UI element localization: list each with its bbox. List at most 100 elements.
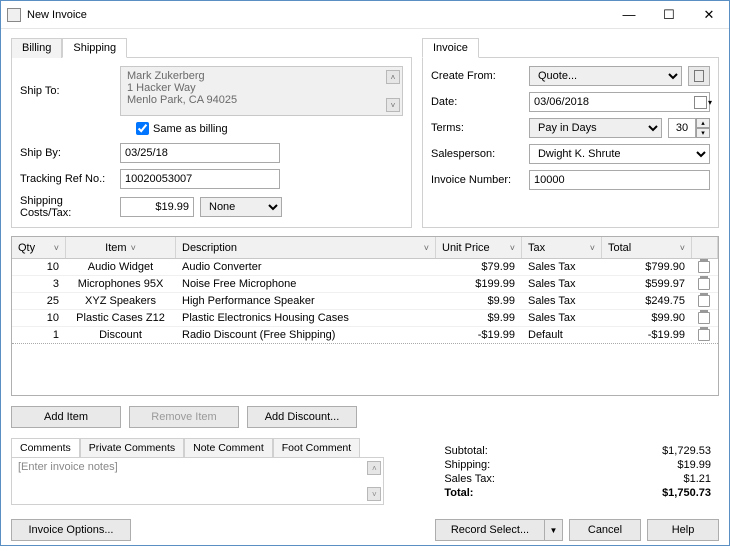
add-discount-button[interactable]: Add Discount... [247, 406, 357, 428]
col-desc[interactable]: Description˅ [176, 237, 436, 258]
trackref-input[interactable] [120, 169, 280, 189]
help-button[interactable]: Help [647, 519, 719, 541]
minimize-button[interactable]: — [609, 1, 649, 29]
table-row[interactable]: 25XYZ SpeakersHigh Performance Speaker$9… [12, 293, 718, 310]
cell-unitprice: $79.99 [436, 259, 522, 275]
cell-delete[interactable] [692, 293, 718, 309]
trackref-label: Tracking Ref No.: [20, 173, 114, 185]
cell-qty: 10 [12, 310, 66, 326]
ship-to-address[interactable]: Mark Zukerberg 1 Hacker Way Menlo Park, … [120, 66, 403, 116]
tab-foot-comment[interactable]: Foot Comment [273, 438, 360, 457]
tab-comments[interactable]: Comments [11, 438, 80, 457]
chevron-down-icon[interactable]: ˅ [367, 487, 381, 501]
tab-note-comment[interactable]: Note Comment [184, 438, 273, 457]
calendar-icon[interactable] [694, 96, 707, 109]
cell-delete[interactable] [692, 259, 718, 275]
record-select-button[interactable]: Record Select... ▼ [435, 519, 563, 541]
maximize-button[interactable]: ☐ [649, 1, 689, 29]
chevron-down-icon[interactable]: ▼ [545, 519, 563, 541]
cell-desc: High Performance Speaker [176, 293, 436, 309]
remove-item-button[interactable]: Remove Item [129, 406, 239, 428]
cell-qty: 3 [12, 276, 66, 292]
tab-billing[interactable]: Billing [11, 38, 62, 58]
comments-input[interactable]: [Enter invoice notes] ˄ ˅ [11, 457, 384, 505]
cell-total: $249.75 [602, 293, 692, 309]
content: Billing Shipping Ship To: Mark Zukerberg… [1, 29, 729, 551]
cell-item: Plastic Cases Z12 [66, 310, 176, 326]
comments-panel: Comments Private Comments Note Comment F… [11, 438, 384, 505]
cell-tax: Sales Tax [522, 276, 602, 292]
trash-icon [698, 312, 710, 324]
address-line3: Menlo Park, CA 94025 [127, 94, 396, 106]
same-as-billing-label: Same as billing [153, 123, 228, 135]
trash-icon [698, 278, 710, 290]
table-row[interactable]: 10Audio WidgetAudio Converter$79.99Sales… [12, 259, 718, 276]
total-value: $1,750.73 [662, 487, 711, 499]
trash-icon [698, 329, 710, 341]
cell-total: $599.97 [602, 276, 692, 292]
line-items-grid[interactable]: Qty˅ Item˅ Description˅ Unit Price˅ Tax˅… [11, 236, 719, 396]
table-row[interactable]: 1DiscountRadio Discount (Free Shipping)-… [12, 327, 718, 344]
invoice-options-button[interactable]: Invoice Options... [11, 519, 131, 541]
cell-item: Microphones 95X [66, 276, 176, 292]
salesperson-select[interactable]: Dwight K. Shrute [529, 144, 710, 164]
date-input[interactable] [529, 92, 710, 112]
chevron-down-icon: ˅ [424, 243, 429, 253]
subtotal-label: Subtotal: [444, 445, 487, 457]
ship-by-input[interactable] [120, 143, 280, 163]
window: New Invoice — ☐ ✕ Billing Shipping Ship … [0, 0, 730, 546]
chevron-down-icon: ˅ [54, 243, 59, 253]
chevron-down-icon: ˅ [510, 243, 515, 253]
create-from-select[interactable]: Quote... [529, 66, 682, 86]
col-item[interactable]: Item˅ [66, 237, 176, 258]
create-from-action-button[interactable] [688, 66, 710, 86]
shipping-label: Shipping: [444, 459, 490, 471]
chevron-down-icon[interactable]: ˅ [386, 98, 400, 112]
spin-down-icon[interactable]: ▾ [696, 128, 710, 138]
terms-select[interactable]: Pay in Days [529, 118, 662, 138]
spin-up-icon[interactable]: ▴ [696, 118, 710, 128]
cell-tax: Sales Tax [522, 259, 602, 275]
tab-private-comments[interactable]: Private Comments [80, 438, 184, 457]
shipping-panel: Billing Shipping Ship To: Mark Zukerberg… [11, 37, 412, 228]
chevron-up-icon[interactable]: ˄ [386, 70, 400, 84]
tab-shipping[interactable]: Shipping [62, 38, 127, 58]
col-tax[interactable]: Tax˅ [522, 237, 602, 258]
terms-label: Terms: [431, 122, 523, 134]
cell-unitprice: $9.99 [436, 310, 522, 326]
cell-desc: Radio Discount (Free Shipping) [176, 327, 436, 343]
cell-qty: 25 [12, 293, 66, 309]
table-row[interactable]: 3Microphones 95XNoise Free Microphone$19… [12, 276, 718, 293]
trash-icon [698, 295, 710, 307]
totals-panel: Subtotal:$1,729.53 Shipping:$19.99 Sales… [394, 438, 719, 505]
close-button[interactable]: ✕ [689, 1, 729, 29]
cell-desc: Audio Converter [176, 259, 436, 275]
table-row[interactable]: 10Plastic Cases Z12Plastic Electronics H… [12, 310, 718, 327]
terms-days-input[interactable] [668, 118, 696, 138]
col-unitprice[interactable]: Unit Price˅ [436, 237, 522, 258]
chevron-down-icon: ˅ [131, 243, 136, 253]
app-icon [7, 8, 21, 22]
comments-placeholder: [Enter invoice notes] [18, 461, 118, 473]
cancel-button[interactable]: Cancel [569, 519, 641, 541]
cell-total: $99.90 [602, 310, 692, 326]
chevron-up-icon[interactable]: ˄ [367, 461, 381, 475]
cell-tax: Sales Tax [522, 293, 602, 309]
cell-delete[interactable] [692, 276, 718, 292]
address-line2: 1 Hacker Way [127, 82, 396, 94]
cell-delete[interactable] [692, 310, 718, 326]
terms-days-stepper[interactable]: ▴▾ [668, 118, 710, 138]
invno-input[interactable] [529, 170, 710, 190]
invno-label: Invoice Number: [431, 174, 523, 186]
col-total[interactable]: Total˅ [602, 237, 692, 258]
col-qty[interactable]: Qty˅ [12, 237, 66, 258]
shipcost-input[interactable] [120, 197, 194, 217]
shipcost-label: Shipping Costs/Tax: [20, 195, 114, 219]
cell-desc: Plastic Electronics Housing Cases [176, 310, 436, 326]
tab-invoice[interactable]: Invoice [422, 38, 479, 58]
grid-header: Qty˅ Item˅ Description˅ Unit Price˅ Tax˅… [12, 237, 718, 259]
cell-delete[interactable] [692, 327, 718, 343]
shiptax-select[interactable]: None [200, 197, 282, 217]
same-as-billing-checkbox[interactable] [136, 122, 149, 135]
add-item-button[interactable]: Add Item [11, 406, 121, 428]
